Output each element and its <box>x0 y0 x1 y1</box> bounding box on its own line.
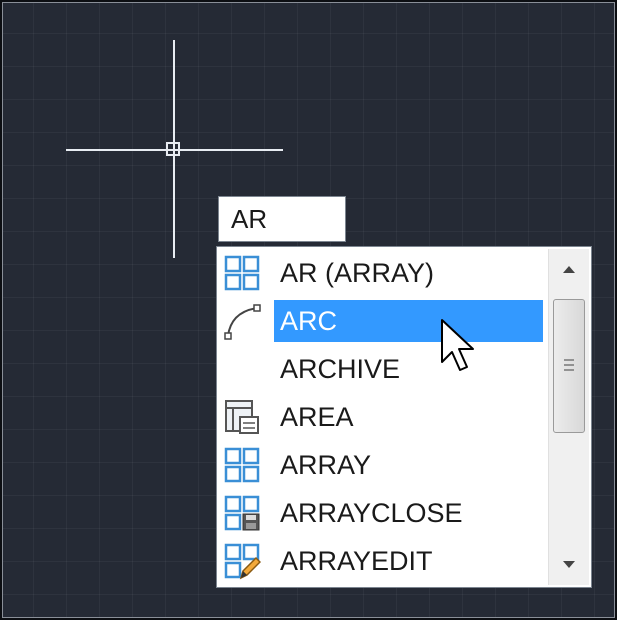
autocomplete-item-label: AR (ARRAY) <box>280 258 435 288</box>
grip-icon <box>564 359 574 371</box>
array-icon <box>224 447 260 483</box>
pickbox-icon <box>166 142 180 156</box>
dropdown-scrollbar[interactable] <box>548 249 589 585</box>
area-icon <box>225 400 259 434</box>
autocomplete-dropdown[interactable]: AR (ARRAY) ARC ARCHIVE AREA ARRAY ARRAYC… <box>216 246 592 588</box>
autocomplete-item-label: ARCHIVE <box>280 354 401 384</box>
autocomplete-list: AR (ARRAY) ARC ARCHIVE AREA ARRAY ARRAYC… <box>217 249 547 585</box>
scrollbar-thumb[interactable] <box>553 299 585 433</box>
mouse-pointer-icon <box>441 319 474 371</box>
autocomplete-item-arrayclose[interactable]: ARRAYCLOSE <box>217 489 547 537</box>
command-input-text: AR <box>231 204 268 234</box>
autocomplete-item-archive[interactable]: ARCHIVE <box>217 345 547 393</box>
autocomplete-item-label: AREA <box>280 402 354 432</box>
command-input[interactable]: AR <box>218 196 346 242</box>
autocomplete-item-area[interactable]: AREA <box>217 393 547 441</box>
scroll-up-arrow-icon[interactable] <box>549 249 589 289</box>
arrayedit-icon <box>224 543 261 580</box>
autocomplete-item-label: ARC <box>274 300 543 342</box>
arrayclose-icon <box>224 495 260 531</box>
autocomplete-item-label: ARRAYEDIT <box>280 546 433 576</box>
autocomplete-item-arrayedit[interactable]: ARRAYEDIT <box>217 537 547 585</box>
autocomplete-item-array[interactable]: ARRAY <box>217 441 547 489</box>
autocomplete-item-label: ARRAYCLOSE <box>280 498 463 528</box>
autocomplete-item-label: ARRAY <box>280 450 372 480</box>
scroll-down-arrow-icon[interactable] <box>549 545 589 585</box>
array-icon <box>224 255 260 291</box>
autocomplete-item-arc[interactable]: ARC <box>217 297 547 345</box>
autocomplete-item-ar-array[interactable]: AR (ARRAY) <box>217 249 547 297</box>
arc-icon <box>224 304 261 340</box>
